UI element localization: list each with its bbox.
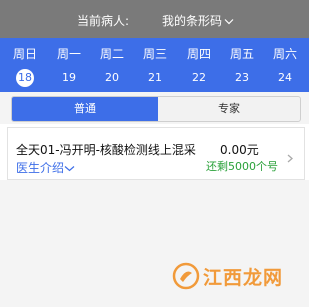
weekday-label: 周三	[142, 47, 167, 61]
doctor-intro-toggle[interactable]: 医生介绍	[16, 159, 75, 176]
day-sunday[interactable]: 周日 18	[3, 38, 47, 87]
day-thursday[interactable]: 周四 22	[177, 38, 221, 87]
weekday-label: 周二	[99, 47, 124, 61]
day-wednesday[interactable]: 周三 21	[133, 38, 177, 87]
week-calendar: 周日 18 周一 19 周二 20 周三 21 周四 22 周五 23 周六 2…	[0, 38, 309, 92]
day-tuesday[interactable]: 周二 20	[90, 38, 134, 87]
tab-normal[interactable]: 普通	[12, 97, 158, 121]
day-monday[interactable]: 周一 19	[47, 38, 91, 87]
day-saturday[interactable]: 周六 24	[263, 38, 307, 87]
date-number: 24	[278, 71, 292, 84]
watermark-logo-icon	[172, 262, 200, 294]
weekday-label: 周四	[186, 47, 211, 61]
date-number: 21	[148, 71, 162, 84]
current-patient-label: 当前病人:	[77, 14, 130, 28]
barcode-label: 我的条形码	[162, 14, 223, 28]
remaining-count: 还剩5000个号	[206, 160, 278, 173]
chevron-down-icon	[64, 161, 75, 175]
weekday-label: 周一	[56, 47, 81, 61]
weekday-label: 周日	[12, 47, 37, 61]
weekday-label: 周六	[272, 47, 297, 61]
date-number: 20	[105, 71, 119, 84]
schedule-title: 全天01-冯开明-核酸检测线上混采	[16, 143, 196, 157]
day-friday[interactable]: 周五 23	[220, 38, 264, 87]
date-number: 19	[62, 71, 76, 84]
weekday-label: 周五	[229, 47, 254, 61]
date-number: 22	[192, 71, 206, 84]
top-header: 当前病人: 我的条形码	[0, 0, 309, 38]
watermark-text: 江西龙网	[203, 267, 284, 289]
doctor-type-tabs: 普通 专家	[11, 96, 301, 122]
price: 0.00元	[220, 143, 259, 157]
date-number-selected: 18	[16, 69, 34, 87]
tab-expert[interactable]: 专家	[158, 97, 300, 121]
doctor-intro-label: 医生介绍	[16, 161, 65, 175]
chevron-down-icon	[224, 14, 234, 28]
chevron-right-icon[interactable]	[287, 148, 293, 167]
date-number: 23	[235, 71, 249, 84]
doctor-schedule-card[interactable]: 全天01-冯开明-核酸检测线上混采 0.00元 还剩5000个号 医生介绍	[7, 127, 305, 180]
barcode-selector[interactable]: 我的条形码	[162, 12, 234, 29]
